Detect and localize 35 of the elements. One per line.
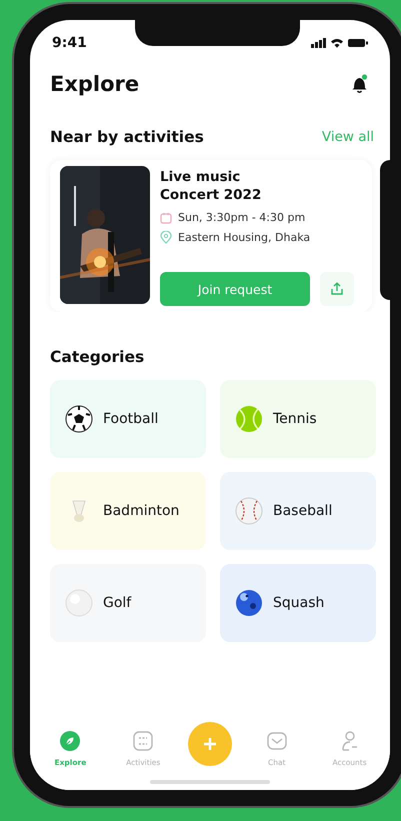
category-tile[interactable]: Squash (220, 564, 376, 642)
category-label: Badminton (103, 503, 180, 519)
section-title: Categories (50, 348, 144, 366)
activity-date: Sun, 3:30pm - 4:30 pm (178, 211, 306, 224)
activity-location: Eastern Housing, Dhaka (178, 231, 310, 244)
category-tile[interactable]: Badminton (50, 472, 206, 550)
page-title: Explore (50, 72, 140, 96)
bowling-ball-icon (235, 589, 263, 617)
location-pin-icon (160, 231, 172, 244)
calendar-icon (160, 212, 172, 224)
status-time: 9:41 (52, 35, 87, 51)
category-tile[interactable]: Tennis (220, 380, 376, 458)
category-label: Golf (103, 595, 132, 611)
baseball-icon (235, 497, 263, 525)
share-icon (330, 282, 344, 296)
list-icon (132, 730, 154, 752)
tennis-ball-icon (235, 405, 263, 433)
envelope-icon (266, 730, 288, 752)
category-label: Tennis (273, 411, 317, 427)
category-tile[interactable]: Golf (50, 564, 206, 642)
battery-icon (348, 38, 368, 48)
plus-icon (202, 737, 217, 751)
golf-ball-icon (65, 589, 93, 617)
category-label: Football (103, 411, 158, 427)
section-title: Near by activities (50, 128, 204, 146)
wifi-icon (330, 38, 344, 48)
category-tile[interactable]: Football (50, 380, 206, 458)
compass-leaf-icon (59, 730, 82, 752)
bell-icon[interactable] (352, 74, 368, 94)
category-label: Baseball (273, 503, 332, 519)
category-tile[interactable]: Baseball (220, 472, 376, 550)
signal-icon (311, 38, 326, 48)
soccer-ball-icon (65, 405, 93, 433)
category-label: Squash (273, 595, 324, 611)
activity-title: Live music Concert 2022 (160, 168, 262, 204)
